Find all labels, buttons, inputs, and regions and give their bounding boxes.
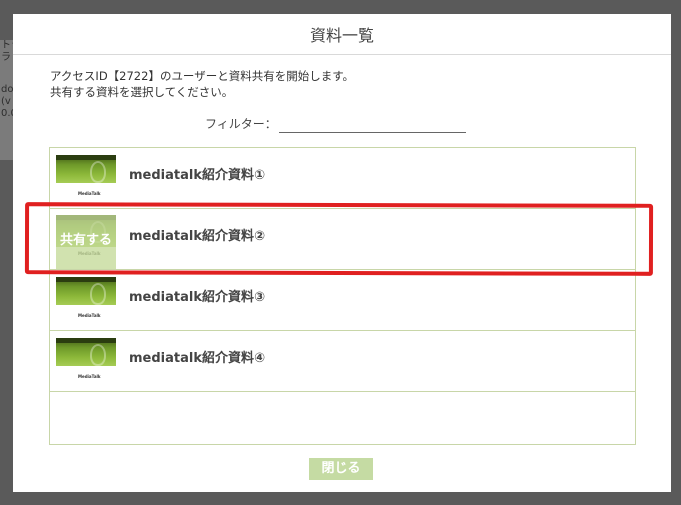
intro-line-2: 共有する資料を選択してください。 xyxy=(50,85,234,99)
modal-title: 資料一覧 xyxy=(13,14,671,55)
document-item-3[interactable]: MediaTalk mediatalk紹介資料③ xyxy=(50,270,635,331)
thumbnail-logo: MediaTalk xyxy=(78,313,101,318)
document-list[interactable]: MediaTalk mediatalk紹介資料① MediaTalk 共有する … xyxy=(49,147,636,445)
intro-line-1: アクセスID【2722】のユーザーと資料共有を開始します。 xyxy=(50,69,355,83)
document-thumbnail: MediaTalk xyxy=(56,277,116,323)
share-overlay-button[interactable]: 共有する xyxy=(56,215,116,269)
intro-text: アクセスID【2722】のユーザーと資料共有を開始します。 共有する資料を選択し… xyxy=(50,68,354,100)
document-item-4[interactable]: MediaTalk mediatalk紹介資料④ xyxy=(50,331,635,392)
close-button[interactable]: 閉じる xyxy=(309,458,373,480)
document-thumbnail: MediaTalk xyxy=(56,338,116,384)
document-thumbnail: MediaTalk 共有する xyxy=(56,215,116,269)
document-thumbnail: MediaTalk xyxy=(56,155,116,201)
thumbnail-logo: MediaTalk xyxy=(78,374,101,379)
thumbnail-logo: MediaTalk xyxy=(78,191,101,196)
document-name: mediatalk紹介資料③ xyxy=(129,290,265,305)
document-name: mediatalk紹介資料④ xyxy=(129,351,265,366)
document-name: mediatalk紹介資料② xyxy=(129,229,265,244)
filter-input[interactable] xyxy=(279,117,466,133)
document-name: mediatalk紹介資料① xyxy=(129,168,265,183)
document-item-2[interactable]: MediaTalk 共有する mediatalk紹介資料② xyxy=(50,209,635,270)
filter-label: フィルター： xyxy=(205,117,277,131)
document-list-modal: 資料一覧 アクセスID【2722】のユーザーと資料共有を開始します。 共有する資… xyxy=(13,14,671,492)
document-item-1[interactable]: MediaTalk mediatalk紹介資料① xyxy=(50,148,635,209)
